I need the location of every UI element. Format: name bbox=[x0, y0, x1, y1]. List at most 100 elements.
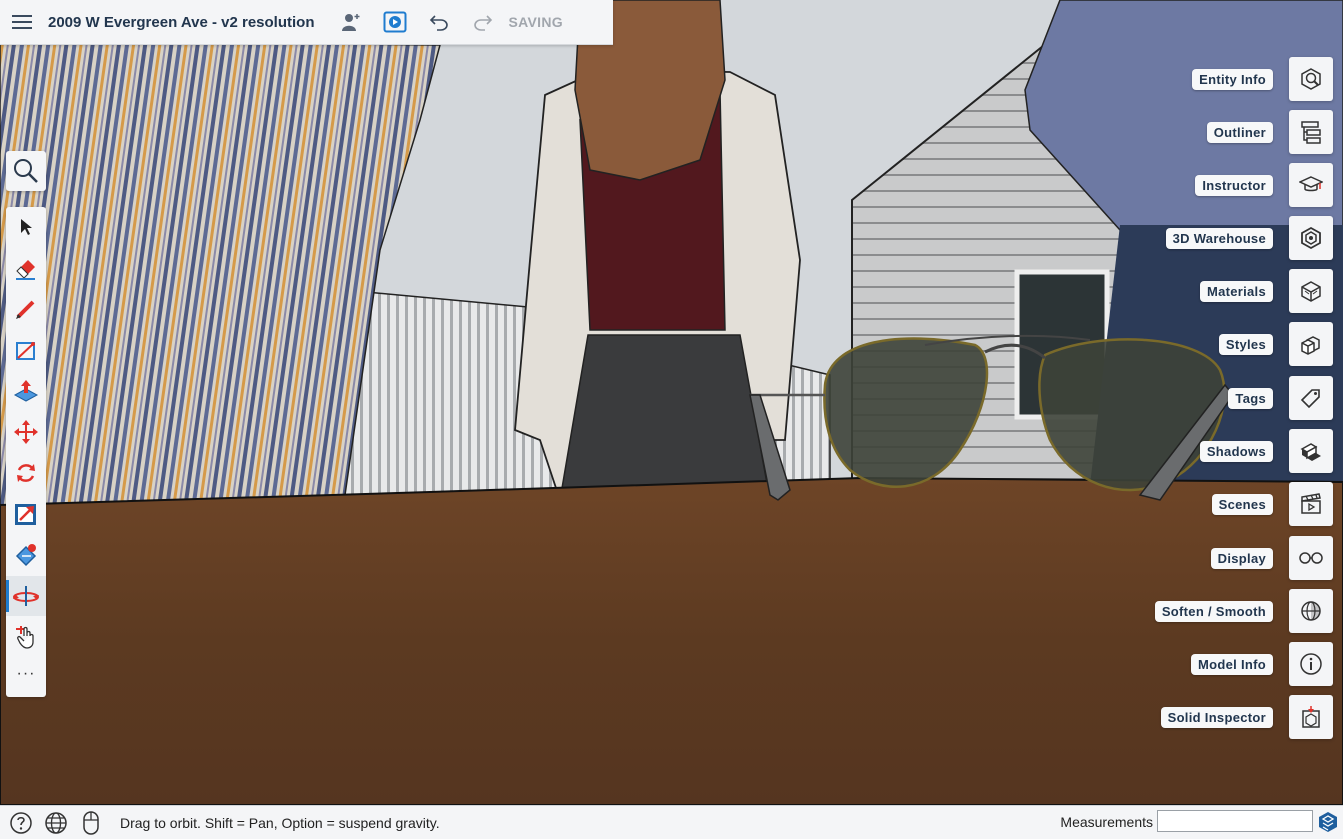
rectangle-icon bbox=[16, 342, 35, 360]
panel-label-solid-inspector[interactable]: Solid Inspector bbox=[1160, 706, 1273, 728]
panel-row-scenes[interactable]: Scenes bbox=[1211, 482, 1333, 526]
panel-button-model-info[interactable] bbox=[1289, 642, 1333, 686]
help-button[interactable] bbox=[7, 809, 35, 837]
more-tools-label: ··· bbox=[16, 665, 36, 682]
mouse-icon bbox=[83, 810, 99, 835]
help-icon bbox=[10, 811, 32, 834]
glasses-icon bbox=[1299, 552, 1323, 564]
panel-row-model-info[interactable]: Model Info bbox=[1191, 642, 1333, 686]
add-collaborator-icon[interactable] bbox=[335, 6, 367, 38]
hamburger-menu-icon[interactable] bbox=[6, 6, 38, 38]
rotate-icon bbox=[17, 464, 35, 482]
status-bar: Drag to orbit. Shift = Pan, Option = sus… bbox=[0, 805, 1343, 839]
shadow-box-icon bbox=[1300, 443, 1321, 461]
panel-button-materials[interactable] bbox=[1289, 269, 1333, 313]
panel-label-shadows[interactable]: Shadows bbox=[1199, 440, 1273, 462]
left-toolbar: ··· bbox=[6, 207, 46, 697]
paint-bucket-icon bbox=[15, 544, 37, 567]
scene-render bbox=[0, 0, 1343, 805]
sphere-icon bbox=[1301, 601, 1321, 621]
saving-status: SAVING bbox=[508, 14, 563, 30]
panel-row-materials[interactable]: Materials bbox=[1199, 269, 1333, 313]
push-pull-tool[interactable] bbox=[6, 371, 46, 411]
magnifier-icon bbox=[14, 159, 38, 183]
push-pull-icon bbox=[13, 380, 39, 402]
panel-label-styles[interactable]: Styles bbox=[1218, 333, 1273, 355]
move-icon bbox=[14, 420, 38, 444]
panel-button-shadows[interactable] bbox=[1289, 429, 1333, 473]
panel-button-entity-info[interactable] bbox=[1289, 57, 1333, 101]
graduation-cap-icon bbox=[1299, 176, 1323, 192]
measurements-input[interactable] bbox=[1157, 810, 1313, 832]
solid-inspector-icon bbox=[1302, 706, 1320, 728]
geo-location-button[interactable] bbox=[42, 809, 70, 837]
panel-label-outliner[interactable]: Outliner bbox=[1206, 121, 1273, 143]
panel-button-scenes[interactable] bbox=[1289, 482, 1333, 526]
materials-cube-icon bbox=[1301, 281, 1321, 302]
mouse-settings-button[interactable] bbox=[77, 809, 105, 837]
rectangle-tool[interactable] bbox=[6, 330, 46, 370]
eraser-icon bbox=[16, 260, 35, 280]
clapperboard-icon bbox=[1301, 493, 1321, 514]
panel-row-3d-warehouse[interactable]: 3D Warehouse bbox=[1165, 216, 1333, 260]
top-bar: 2009 W Evergreen Ave - v2 resolution SAV… bbox=[0, 0, 613, 45]
panel-row-soften-smooth[interactable]: Soften / Smooth bbox=[1154, 589, 1333, 633]
undo-icon[interactable] bbox=[423, 6, 455, 38]
scale-tool[interactable] bbox=[6, 494, 46, 534]
model-viewport[interactable] bbox=[0, 0, 1343, 805]
select-arrow-icon bbox=[21, 219, 32, 235]
move-tool[interactable] bbox=[6, 412, 46, 452]
walk-icon bbox=[13, 586, 39, 606]
eraser-tool[interactable] bbox=[6, 248, 46, 288]
panel-label-materials[interactable]: Materials bbox=[1199, 280, 1273, 302]
panel-button-soften-smooth[interactable] bbox=[1289, 589, 1333, 633]
panel-button-instructor[interactable] bbox=[1289, 163, 1333, 207]
panel-button-tags[interactable] bbox=[1289, 376, 1333, 420]
walk-tool[interactable] bbox=[6, 576, 46, 616]
panel-label-model-info[interactable]: Model Info bbox=[1191, 653, 1273, 675]
panel-button-3d-warehouse[interactable] bbox=[1289, 216, 1333, 260]
panel-row-outliner[interactable]: Outliner bbox=[1206, 110, 1333, 154]
scale-icon bbox=[15, 504, 36, 525]
panel-label-soften-smooth[interactable]: Soften / Smooth bbox=[1154, 600, 1273, 622]
outliner-icon bbox=[1301, 121, 1321, 144]
panel-button-styles[interactable] bbox=[1289, 322, 1333, 366]
entity-info-icon bbox=[1301, 68, 1321, 90]
panel-button-solid-inspector[interactable] bbox=[1289, 695, 1333, 739]
warehouse-icon bbox=[1301, 226, 1321, 250]
rotate-tool[interactable] bbox=[6, 453, 46, 493]
play-scene-icon[interactable] bbox=[379, 6, 411, 38]
more-tools-button[interactable]: ··· bbox=[6, 657, 46, 697]
pencil-tool[interactable] bbox=[6, 289, 46, 329]
panel-label-3d-warehouse[interactable]: 3D Warehouse bbox=[1165, 227, 1273, 249]
position-camera-tool[interactable] bbox=[6, 617, 46, 657]
pencil-icon bbox=[16, 300, 35, 319]
panel-label-instructor[interactable]: Instructor bbox=[1195, 174, 1273, 196]
panel-row-styles[interactable]: Styles bbox=[1218, 322, 1333, 366]
panel-button-display[interactable] bbox=[1289, 536, 1333, 580]
panel-label-tags[interactable]: Tags bbox=[1228, 387, 1273, 409]
paint-bucket-tool[interactable] bbox=[6, 535, 46, 575]
measurements-label: Measurements bbox=[1060, 814, 1153, 830]
panel-row-display[interactable]: Display bbox=[1210, 536, 1333, 580]
panel-label-scenes[interactable]: Scenes bbox=[1211, 493, 1273, 515]
panel-label-display[interactable]: Display bbox=[1210, 547, 1273, 569]
select-tool[interactable] bbox=[6, 207, 46, 247]
panel-row-solid-inspector[interactable]: Solid Inspector bbox=[1160, 695, 1333, 739]
globe-icon bbox=[45, 811, 67, 834]
model-title[interactable]: 2009 W Evergreen Ave - v2 resolution bbox=[48, 14, 315, 31]
panel-button-outliner[interactable] bbox=[1289, 110, 1333, 154]
panel-row-entity-info[interactable]: Entity Info bbox=[1192, 57, 1333, 101]
redo-icon[interactable] bbox=[467, 6, 499, 38]
panel-row-tags[interactable]: Tags bbox=[1228, 376, 1333, 420]
panel-label-entity-info[interactable]: Entity Info bbox=[1192, 68, 1273, 90]
panel-row-shadows[interactable]: Shadows bbox=[1199, 429, 1333, 473]
status-hint: Drag to orbit. Shift = Pan, Option = sus… bbox=[120, 814, 440, 831]
tag-icon bbox=[1300, 389, 1320, 409]
panel-row-instructor[interactable]: Instructor bbox=[1195, 163, 1333, 207]
position-camera-icon bbox=[16, 626, 34, 649]
styles-cubes-icon bbox=[1301, 336, 1320, 355]
info-icon bbox=[1300, 653, 1322, 675]
search-button[interactable] bbox=[6, 151, 46, 191]
sketchup-logo-icon bbox=[1319, 812, 1337, 832]
